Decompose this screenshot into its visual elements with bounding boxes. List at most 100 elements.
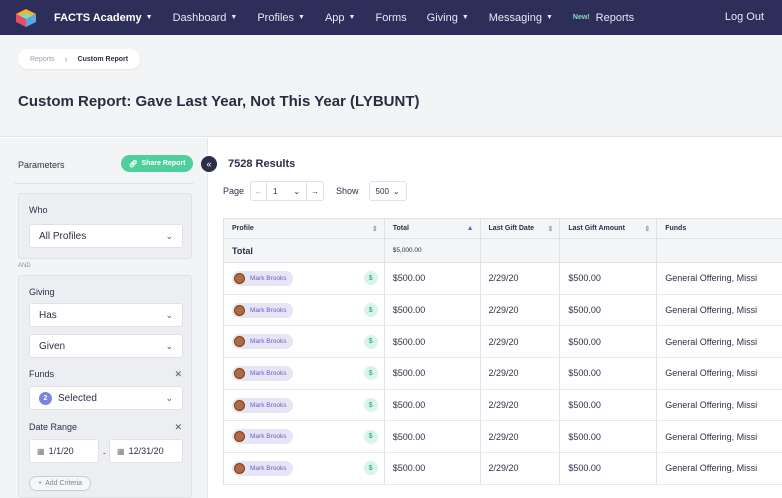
total-value: $5,000.00 (385, 239, 481, 262)
page-title: Custom Report: Gave Last Year, Not This … (18, 93, 420, 110)
nav-label: Reports (595, 11, 635, 24)
profile-cell: Mark Brooks $ (224, 294, 385, 326)
giving-label: Giving (29, 287, 55, 297)
nav-app[interactable]: App ▼ (325, 12, 356, 24)
chevron-down-icon: ⌄ (165, 230, 173, 241)
total-cell: $500.00 (385, 421, 481, 453)
add-criteria-button[interactable]: + Add Criteria (29, 476, 92, 491)
nav-giving[interactable]: Giving ▼ (427, 12, 469, 24)
avatar (234, 367, 245, 379)
given-select[interactable]: Given ⌄ (29, 334, 183, 358)
dollar-icon[interactable]: $ (363, 429, 378, 444)
facts-logo-icon[interactable] (13, 8, 39, 28)
dollar-icon[interactable]: $ (363, 398, 378, 413)
last-gift-date-cell: 2/29/20 (481, 453, 561, 484)
dollar-icon[interactable]: $ (363, 366, 378, 381)
close-icon[interactable]: ✕ (174, 369, 182, 380)
profile-cell: Mark Brooks $ (224, 389, 385, 421)
dollar-icon[interactable]: $ (363, 303, 378, 318)
profile-chip[interactable]: Mark Brooks (232, 334, 294, 350)
profile-name: Mark Brooks (250, 338, 287, 346)
profile-chip[interactable]: Mark Brooks (232, 302, 294, 318)
breadcrumb-current: Custom Report (77, 55, 129, 63)
show-value: 500 (375, 186, 389, 196)
share-report-button[interactable]: 🔗︎ Share Report (121, 155, 193, 172)
table-row[interactable]: Mark Brooks $ $500.00 2/29/20 $500.00 General… (224, 389, 782, 422)
profile-chip[interactable]: Mark Brooks (232, 365, 294, 381)
share-report-label: Share Report (141, 160, 186, 167)
table-row[interactable]: Mark Brooks $ $500.00 2/29/20 $500.00 General… (224, 294, 782, 327)
dollar-icon[interactable]: $ (363, 461, 378, 476)
column-header-last-gift-amount[interactable]: Last Gift Amount ⇕ (560, 219, 658, 238)
nav-label: Profiles (257, 11, 295, 24)
funds-cell: General Offering, Missi (665, 368, 758, 379)
date-dash: - (103, 448, 106, 458)
nav-reports[interactable]: New! Reports (573, 12, 634, 24)
profile-cell: Mark Brooks $ (224, 326, 385, 358)
table-row[interactable]: Mark Brooks $ $500.00 2/29/20 $500.00 General… (224, 263, 782, 295)
last-gift-amount-cell: $500.00 (560, 263, 658, 294)
arrow-left-icon: ← (254, 186, 263, 196)
column-header-profile[interactable]: Profile ⇕ (224, 219, 385, 238)
total-empty-cell (560, 239, 658, 262)
dollar-icon[interactable]: $ (363, 271, 378, 286)
table-row[interactable]: Mark Brooks $ $500.00 2/29/20 $500.00 General… (224, 453, 782, 485)
chevron-down-icon: ▼ (298, 14, 305, 21)
last-gift-date-cell: 2/29/20 (481, 421, 561, 453)
funds-cell: General Offering, Missi (665, 400, 758, 411)
table-row[interactable]: Mark Brooks $ $500.00 2/29/20 $500.00 General… (224, 326, 782, 359)
chevron-down-icon: ▼ (545, 14, 553, 21)
column-header-total[interactable]: Total ▲ (385, 219, 481, 238)
nav-messaging[interactable]: Messaging ▼ (489, 12, 553, 24)
table-row[interactable]: Mark Brooks $ $500.00 2/29/20 $500.00 General… (224, 421, 782, 454)
parameters-label: Parameters (18, 160, 65, 170)
date-from-value: 1/1/20 (48, 446, 74, 456)
has-select[interactable]: Has ⌄ (29, 303, 183, 327)
nav-forms[interactable]: Forms (375, 12, 406, 24)
total-cell: $500.00 (385, 358, 481, 389)
logout-link[interactable]: Log Out (725, 11, 764, 23)
show-select[interactable]: 500 ⌄ (368, 181, 407, 201)
profile-chip[interactable]: Mark Brooks (232, 270, 294, 286)
profile-chip[interactable]: Mark Brooks (232, 429, 294, 445)
date-from-input[interactable]: ▦ 1/1/20 (29, 439, 99, 463)
column-header-funds[interactable]: Funds (657, 219, 782, 238)
page-label: Page (223, 186, 245, 196)
column-label: Total (392, 225, 409, 232)
funds-select[interactable]: 2 Selected ⌄ (29, 386, 183, 410)
brand-name: FACTS Academy (54, 11, 142, 24)
collapse-panel-button[interactable]: « (201, 156, 217, 172)
sort-icon: ⇕ (547, 225, 554, 233)
profile-name: Mark Brooks (250, 306, 287, 314)
given-value: Given (39, 340, 66, 352)
close-icon[interactable]: ✕ (174, 422, 182, 433)
profile-chip[interactable]: Mark Brooks (232, 397, 294, 413)
breadcrumb-reports[interactable]: Reports (30, 56, 55, 63)
funds-cell: General Offering, Missi (665, 463, 758, 474)
profile-chip[interactable]: Mark Brooks (232, 460, 294, 476)
total-label: Total (224, 239, 385, 262)
profile-name: Mark Brooks (250, 369, 287, 377)
nav-profiles[interactable]: Profiles ▼ (257, 12, 305, 24)
date-to-input[interactable]: ▦ 12/31/20 (109, 439, 183, 463)
profile-cell: Mark Brooks $ (224, 263, 385, 294)
chevron-right-icon: › (64, 54, 68, 64)
avatar (234, 304, 245, 316)
nav-dashboard[interactable]: Dashboard ▼ (173, 12, 238, 24)
last-gift-amount-cell: $500.00 (560, 358, 658, 389)
chevron-down-icon: ▼ (461, 14, 469, 21)
column-header-last-gift-date[interactable]: Last Gift Date ⇕ (481, 219, 561, 238)
who-select[interactable]: All Profiles ⌄ (29, 224, 183, 248)
avatar (234, 462, 245, 474)
page-value: 1 (273, 186, 278, 196)
last-gift-amount-cell: $500.00 (560, 421, 658, 453)
dollar-icon[interactable]: $ (363, 334, 378, 349)
next-page-button[interactable]: → (307, 181, 325, 201)
pagination: Page ← 1 ⌄ → Show 500 ⌄ (223, 181, 407, 201)
column-label: Last Gift Date (488, 225, 535, 232)
page-select[interactable]: 1 ⌄ (267, 181, 308, 201)
avatar (234, 272, 245, 284)
brand-menu[interactable]: FACTS Academy ▼ (54, 12, 153, 24)
table-row[interactable]: Mark Brooks $ $500.00 2/29/20 $500.00 General… (224, 358, 782, 390)
prev-page-button[interactable]: ← (250, 181, 268, 201)
